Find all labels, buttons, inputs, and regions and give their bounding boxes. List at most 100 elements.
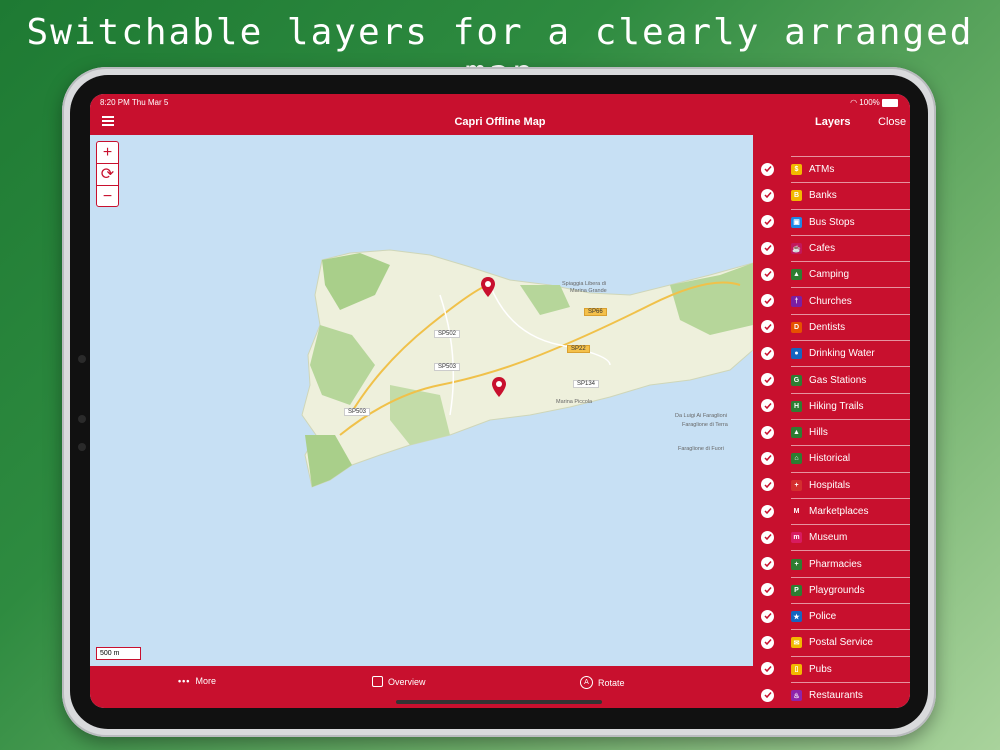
layer-label: Dentists <box>809 321 846 333</box>
status-time: 8:20 PM Thu Mar 5 <box>100 98 169 107</box>
church-icon: † <box>791 295 802 307</box>
checkmark-icon[interactable] <box>761 451 774 465</box>
app-screen: 8:20 PM Thu Mar 5 ◠ 100% Capri Offline M… <box>90 94 910 708</box>
checkmark-icon[interactable] <box>761 688 774 702</box>
bank-icon: B <box>791 190 802 202</box>
checkmark-icon[interactable] <box>761 530 774 544</box>
layers-panel-title: Layers <box>815 116 851 128</box>
checkmark-icon[interactable] <box>761 320 774 334</box>
layer-row-cafes[interactable]: ☕ Cafes <box>753 234 910 261</box>
map-pin-icon[interactable] <box>491 376 507 398</box>
layer-row-banks[interactable]: B Banks <box>753 182 910 208</box>
marketplace-icon: M <box>791 506 802 517</box>
layer-row-postal-service[interactable]: ✉ Postal Service <box>753 629 910 655</box>
layer-row-pubs[interactable]: ▯ Pubs <box>753 655 910 682</box>
layer-row-atms[interactable]: $ ATMs <box>753 156 910 182</box>
overview-label: Overview <box>388 676 426 687</box>
layer-row-dentists[interactable]: D Dentists <box>753 313 910 340</box>
layers-list: $ ATMs B Banks ▣ Bus Stops ☕ Cafes ▲ Camping † Chur… <box>753 156 910 708</box>
layer-label: Hiking Trails <box>809 400 864 412</box>
overview-button[interactable]: Overview <box>372 676 426 687</box>
checkmark-icon[interactable] <box>761 609 774 623</box>
zoom-in-button[interactable]: + <box>97 142 118 164</box>
layer-label: Bus Stops <box>809 216 855 228</box>
layer-label: Museum <box>809 532 848 544</box>
compass-icon: A <box>580 676 593 689</box>
police-icon: ★ <box>791 611 802 623</box>
checkmark-icon[interactable] <box>761 662 774 676</box>
layer-row-police[interactable]: ★ Police <box>753 603 910 629</box>
layer-label: Pubs <box>809 663 832 675</box>
road-label: SP66 <box>584 308 607 316</box>
layer-row-hiking-trails[interactable]: H Hiking Trails <box>753 392 910 419</box>
checkmark-icon[interactable] <box>761 425 774 439</box>
checkmark-icon[interactable] <box>761 162 774 176</box>
layer-row-content: ⌂ Historical <box>791 445 910 471</box>
layer-row-bus-stops[interactable]: ▣ Bus Stops <box>753 208 910 235</box>
water-icon: ● <box>791 348 802 360</box>
hiking-icon: H <box>791 400 802 412</box>
layer-row-pharmacies[interactable]: + Pharmacies <box>753 550 910 576</box>
checkmark-icon[interactable] <box>761 215 774 229</box>
layer-label: Playgrounds <box>809 584 865 596</box>
zoom-out-button[interactable]: − <box>97 186 118 207</box>
checkmark-icon[interactable] <box>761 504 774 518</box>
layer-label: Hills <box>809 427 828 439</box>
layer-row-hospitals[interactable]: + Hospitals <box>753 471 910 498</box>
layer-row-content: ▯ Pubs <box>791 655 910 682</box>
layers-panel: $ ATMs B Banks ▣ Bus Stops ☕ Cafes ▲ Camping † Chur… <box>753 135 910 708</box>
checkmark-icon[interactable] <box>761 478 774 492</box>
checkmark-icon[interactable] <box>761 294 774 308</box>
layer-row-content: B Banks <box>791 182 910 208</box>
checkmark-icon[interactable] <box>761 188 774 202</box>
layer-row-playgrounds[interactable]: P Playgrounds <box>753 576 910 603</box>
checkmark-icon[interactable] <box>761 267 774 281</box>
checkmark-icon[interactable] <box>761 399 774 413</box>
layer-row-historical[interactable]: ⌂ Historical <box>753 445 910 471</box>
layer-row-churches[interactable]: † Churches <box>753 287 910 313</box>
sensor-icon <box>78 443 86 451</box>
checkmark-icon[interactable] <box>761 557 774 571</box>
layer-row-restaurants[interactable]: ♨ Restaurants <box>753 681 910 708</box>
atm-icon: $ <box>791 164 802 176</box>
restaurant-icon: ♨ <box>791 690 802 702</box>
layer-label: Police <box>809 611 837 623</box>
reset-rotation-button[interactable]: ⟳ <box>97 164 118 186</box>
status-battery: ◠ 100% <box>850 98 898 107</box>
layer-row-content: D Dentists <box>791 313 910 340</box>
layer-row-drinking-water[interactable]: ● Drinking Water <box>753 340 910 366</box>
place-label: Marina Grande <box>570 288 607 294</box>
place-label: Spiaggia Libera di <box>562 281 607 287</box>
checkmark-icon[interactable] <box>761 241 774 255</box>
checkmark-icon[interactable] <box>761 583 774 597</box>
road-label: SP502 <box>434 330 461 338</box>
sensor-icon <box>78 415 86 423</box>
map-pin-icon[interactable] <box>480 276 496 298</box>
layer-row-content: P Playgrounds <box>791 576 910 603</box>
cafe-icon: ☕ <box>791 243 802 255</box>
layer-row-hills[interactable]: ▲ Hills <box>753 418 910 445</box>
layer-row-camping[interactable]: ▲ Camping <box>753 261 910 287</box>
layer-label: Hospitals <box>809 479 851 491</box>
layer-label: Historical <box>809 453 851 465</box>
checkmark-icon[interactable] <box>761 635 774 649</box>
checkmark-icon[interactable] <box>761 346 774 360</box>
more-button[interactable]: ••• More <box>178 676 216 686</box>
dentist-icon: D <box>791 321 802 333</box>
layer-row-museum[interactable]: m Museum <box>753 524 910 550</box>
layer-row-content: ▲ Camping <box>791 261 910 287</box>
place-label: Faraglione di Fuori <box>678 446 724 452</box>
layer-row-content: ✉ Postal Service <box>791 629 910 655</box>
layer-label: Gas Stations <box>809 374 867 386</box>
layer-row-marketplaces[interactable]: M Marketplaces <box>753 497 910 524</box>
zoom-controls: + ⟳ − <box>96 141 119 207</box>
map-view[interactable]: + ⟳ − SP502 SP503 SP503 SP66 SP22 SP134 … <box>90 135 753 666</box>
layer-label: Restaurants <box>809 690 863 702</box>
close-layers-button[interactable]: Close <box>878 116 906 128</box>
layer-row-gas-stations[interactable]: G Gas Stations <box>753 366 910 392</box>
rotate-button[interactable]: A Rotate <box>580 676 625 689</box>
layer-row-content: $ ATMs <box>791 156 910 182</box>
top-bar: 8:20 PM Thu Mar 5 ◠ 100% Capri Offline M… <box>90 94 910 135</box>
checkmark-icon[interactable] <box>761 373 774 387</box>
place-label: Da Luigi Ai Faraglioni <box>675 413 727 419</box>
